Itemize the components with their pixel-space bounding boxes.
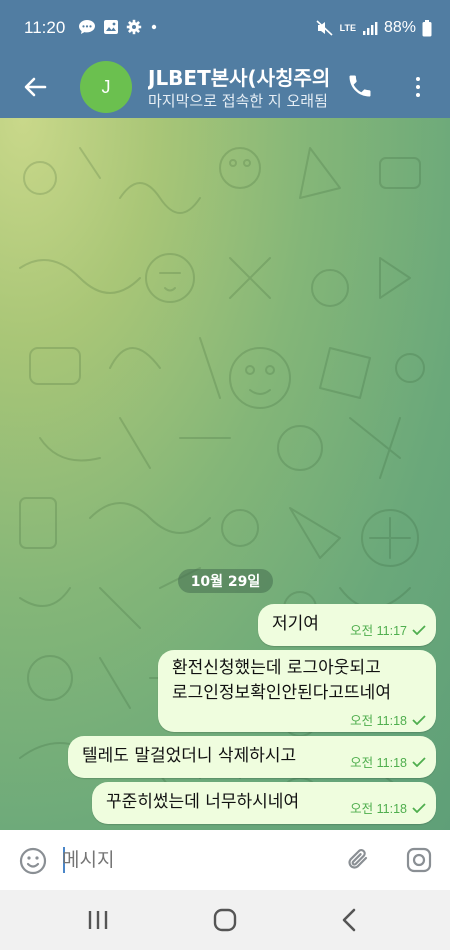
message-text: 환전신청했는데 로그아웃되고 [172,658,381,678]
message-bubble[interactable]: 환전신청했는데 로그아웃되고 로그인정보확인안된다고뜨네여 오전 11:18 [158,650,436,732]
back-button[interactable] [18,70,52,104]
dot-icon [151,24,157,30]
message-meta: 오전 11:17 [350,620,426,639]
call-button[interactable] [346,72,376,102]
mute-icon [316,20,333,36]
message-time: 오전 11:17 [350,624,407,638]
emoji-button[interactable] [18,846,48,876]
message-meta: 오전 11:18 [350,710,426,729]
check-icon [412,714,426,725]
camera-icon [406,847,432,873]
date-chip: 10월 29일 [178,569,273,593]
signal-icon [362,21,378,35]
smile-icon [19,847,47,875]
chat-title[interactable]: JLBET본사(사칭주의 [148,62,336,91]
message-text: 저기여 [272,614,319,634]
nav-back-button[interactable] [338,907,362,933]
status-bar: 11:20 LTE 88% [0,0,450,56]
check-icon [412,756,426,767]
message-bubble[interactable]: 저기여 오전 11:17 [258,604,436,646]
message-input[interactable] [62,844,332,876]
system-nav-bar [0,890,450,950]
message-meta: 오전 11:18 [350,798,426,817]
chevron-left-icon [342,908,356,932]
phone-icon [349,75,371,97]
check-icon [412,802,426,813]
message-input-bar [0,830,450,890]
home-button[interactable] [212,907,238,933]
attach-button[interactable] [344,845,374,875]
check-icon [412,624,426,635]
system-icons: LTE 88% [316,19,432,37]
gallery-icon [104,20,118,34]
avatar[interactable]: J [80,61,132,113]
message-bubble[interactable]: 꾸준히썼는데 너무하시네여 오전 11:18 [92,782,436,824]
chat-area[interactable]: 10월 29일 저기여 오전 11:17 환전신청했는데 로그아웃되고 로그인정… [0,118,450,830]
settings-gear-icon [126,19,142,35]
avatar-letter: J [101,76,111,97]
home-icon [213,908,237,932]
message-time: 오전 11:18 [350,756,407,770]
message-text: 꾸준히썼는데 너무하시네여 [106,792,300,812]
lte-icon: LTE [339,22,356,33]
message-meta: 오전 11:18 [350,752,426,771]
message-time: 오전 11:18 [350,714,407,728]
chat-bubble-icon [79,20,95,34]
status-time: 11:20 [24,18,66,37]
more-menu-button[interactable] [406,72,430,102]
message-text: 텔레도 말걸었더니 삭제하시고 [82,746,297,766]
last-seen-status: 마지막으로 접속한 지 오래됨 [148,92,328,110]
recent-apps-button[interactable] [86,909,110,931]
recent-apps-icon [88,911,108,929]
message-text: 로그인정보확인안된다고뜨네여 [172,683,391,703]
battery-percent: 88% [383,19,416,36]
message-time: 오전 11:18 [350,802,407,816]
chat-header: J JLBET본사(사칭주의 마지막으로 접속한 지 오래됨 [0,56,450,118]
message-bubble[interactable]: 텔레도 말걸었더니 삭제하시고 오전 11:18 [68,736,436,778]
arrow-left-icon [24,77,47,97]
camera-button[interactable] [404,845,434,875]
notification-icons [78,19,159,35]
battery-icon [422,19,432,36]
paperclip-icon [348,849,368,869]
